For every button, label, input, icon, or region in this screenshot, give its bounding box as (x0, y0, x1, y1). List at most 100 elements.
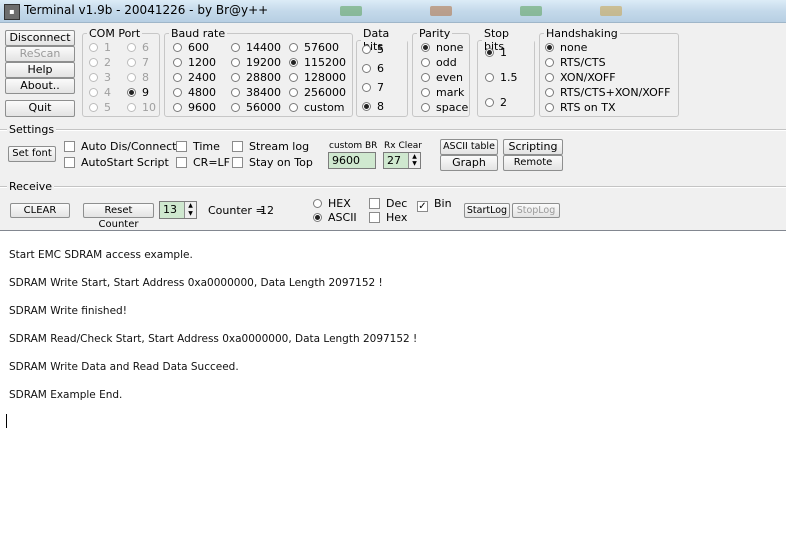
com-port-radio-6[interactable]: 6 (127, 41, 149, 54)
handshaking-radio-xon-xoff[interactable]: XON/XOFF (545, 71, 616, 84)
rx-clear-input[interactable]: 27 ▲ ▼ (383, 152, 421, 169)
com-port-radio-2[interactable]: 2 (89, 56, 111, 69)
time-checkbox[interactable]: Time (176, 140, 220, 153)
checkbox-box (232, 157, 243, 168)
counter-spin-input[interactable]: 13 ▲ ▼ (159, 201, 197, 219)
handshaking-radio-rts-cts[interactable]: RTS/CTS (545, 56, 606, 69)
baud-radio-600[interactable]: 600 (173, 41, 209, 54)
com-port-radio-5[interactable]: 5 (89, 101, 111, 114)
baud-radio-14400[interactable]: 14400 (231, 41, 281, 54)
com-port-radio-9[interactable]: 9 (127, 86, 149, 99)
about-button[interactable]: About.. (5, 78, 75, 94)
stay-on-top-checkbox[interactable]: Stay on Top (232, 156, 313, 169)
parity-radio-odd[interactable]: odd (421, 56, 457, 69)
baud-radio-9600[interactable]: 9600 (173, 101, 216, 114)
stop-bits-radio-2[interactable]: 2 (485, 96, 507, 109)
com-port-option-label: 9 (142, 86, 149, 99)
radio-circle (485, 48, 494, 57)
radio-circle (173, 73, 182, 82)
ascii-radio[interactable]: ASCII (313, 211, 357, 224)
handshaking-option-label: RTS/CTS (560, 56, 606, 69)
com-port-radio-1[interactable]: 1 (89, 41, 111, 54)
parity-radio-even[interactable]: even (421, 71, 463, 84)
hex-radio[interactable]: HEX (313, 197, 351, 210)
handshaking-radio-none[interactable]: none (545, 41, 587, 54)
data-bits-radio-6[interactable]: 6 (362, 62, 384, 75)
stoplog-button[interactable]: StopLog (512, 203, 560, 218)
com-port-option-label: 8 (142, 71, 149, 84)
stop-bits-radio-1-5[interactable]: 1.5 (485, 71, 518, 84)
com-port-radio-4[interactable]: 4 (89, 86, 111, 99)
radio-circle (289, 103, 298, 112)
startlog-button[interactable]: StartLog (464, 203, 510, 218)
data-bits-option-label: 6 (377, 62, 384, 75)
com-port-radio-10[interactable]: 10 (127, 101, 156, 114)
data-bits-radio-7[interactable]: 7 (362, 81, 384, 94)
data-bits-radio-5[interactable]: 5 (362, 43, 384, 56)
stream-log-checkbox[interactable]: Stream log (232, 140, 309, 153)
com-port-radio-8[interactable]: 8 (127, 71, 149, 84)
autostart-script-checkbox[interactable]: AutoStart Script (64, 156, 169, 169)
terminal-line: SDRAM Write Data and Read Data Succeed. (9, 361, 239, 373)
terminal-output[interactable]: Start EMC SDRAM access example. SDRAM Wr… (0, 230, 786, 549)
hex-checkbox[interactable]: Hex (369, 211, 407, 224)
baud-radio-4800[interactable]: 4800 (173, 86, 216, 99)
baud-radio-56000[interactable]: 56000 (231, 101, 281, 114)
graph-button[interactable]: Graph (440, 155, 498, 171)
background-decoration (340, 6, 362, 16)
handshaking-option-label: XON/XOFF (560, 71, 616, 84)
reset-counter-button[interactable]: Reset Counter (83, 203, 154, 230)
radio-circle (231, 73, 240, 82)
baud-radio-19200[interactable]: 19200 (231, 56, 281, 69)
data-bits-option-label: 5 (377, 43, 384, 56)
handshaking-legend: Handshaking (546, 27, 618, 40)
com-port-option-label: 4 (104, 86, 111, 99)
ascii-table-button[interactable]: ASCII table (440, 139, 498, 155)
baud-radio-2400[interactable]: 2400 (173, 71, 216, 84)
radio-circle (289, 58, 298, 67)
baud-radio-28800[interactable]: 28800 (231, 71, 281, 84)
parity-radio-space[interactable]: space (421, 101, 468, 114)
radio-circle (231, 43, 240, 52)
handshaking-radio-rts-cts-xon-xoff[interactable]: RTS/CTS+XON/XOFF (545, 86, 670, 99)
baud-radio-57600[interactable]: 57600 (289, 41, 339, 54)
baud-rate-legend: Baud rate (171, 27, 226, 40)
stop-bits-radio-1[interactable]: 1 (485, 46, 507, 59)
com-port-radio-7[interactable]: 7 (127, 56, 149, 69)
baud-option-label: 56000 (246, 101, 281, 114)
bin-checkbox[interactable]: ✓ Bin (417, 197, 452, 212)
dec-checkbox[interactable]: Dec (369, 197, 407, 210)
handshaking-option-label: RTS/CTS+XON/XOFF (560, 86, 671, 99)
baud-radio-38400[interactable]: 38400 (231, 86, 281, 99)
radio-circle (289, 88, 298, 97)
data-bits-radio-8[interactable]: 8 (362, 100, 384, 113)
set-font-button[interactable]: Set font (8, 146, 56, 162)
scripting-button[interactable]: Scripting (503, 139, 563, 155)
handshaking-radio-rts-on-tx[interactable]: RTS on TX (545, 101, 616, 114)
baud-radio-115200[interactable]: 115200 (289, 56, 346, 69)
disconnect-button[interactable]: Disconnect (5, 30, 75, 46)
clear-button[interactable]: CLEAR (10, 203, 70, 218)
radio-circle (127, 58, 136, 67)
baud-radio-128000[interactable]: 128000 (289, 71, 346, 84)
baud-radio-256000[interactable]: 256000 (289, 86, 346, 99)
baud-option-label: 1200 (188, 56, 216, 69)
radio-circle (289, 43, 298, 52)
parity-radio-none[interactable]: none (421, 41, 463, 54)
radio-circle (362, 64, 371, 73)
rescan-button[interactable]: ReScan (5, 46, 75, 62)
radio-circle (127, 88, 136, 97)
custom-br-input[interactable]: 9600 (328, 152, 376, 169)
remote-button[interactable]: Remote (503, 155, 563, 171)
com-port-radio-3[interactable]: 3 (89, 71, 111, 84)
counter-spinner[interactable]: ▲ ▼ (184, 202, 196, 218)
help-button[interactable]: Help (5, 62, 75, 78)
rx-clear-spinner[interactable]: ▲ ▼ (408, 153, 420, 168)
auto-dis-connect-checkbox[interactable]: Auto Dis/Connect (64, 140, 176, 153)
quit-button[interactable]: Quit (5, 100, 75, 117)
baud-radio-custom[interactable]: custom (289, 101, 345, 114)
baud-radio-1200[interactable]: 1200 (173, 56, 216, 69)
data-bits-option-label: 8 (377, 100, 384, 113)
parity-radio-mark[interactable]: mark (421, 86, 464, 99)
cr-lf-checkbox[interactable]: CR=LF (176, 156, 230, 169)
